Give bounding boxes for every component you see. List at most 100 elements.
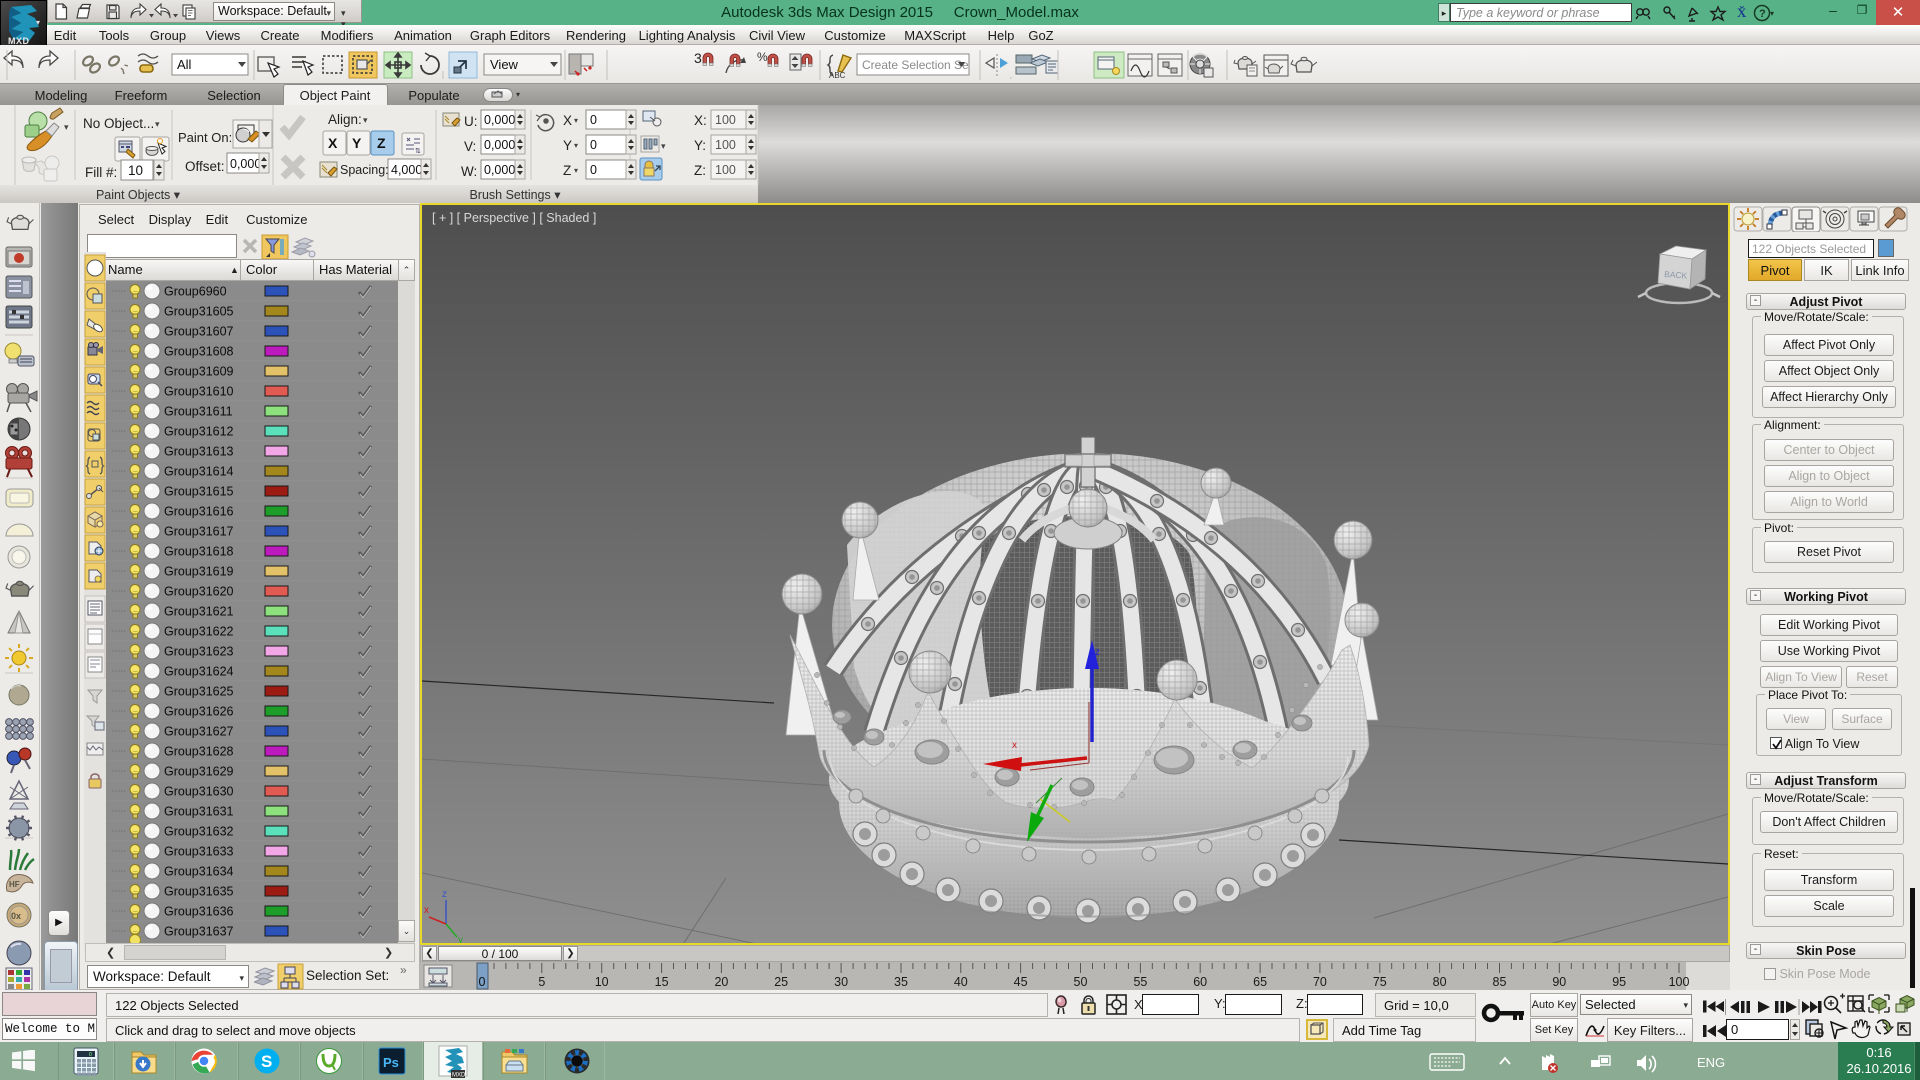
svg-text:Group31615: Group31615: [164, 485, 234, 499]
svg-text:Group31611: Group31611: [164, 405, 233, 419]
svg-text:100: 100: [715, 138, 736, 152]
svg-text:Group31634: Group31634: [164, 865, 234, 879]
svg-text:15: 15: [655, 975, 669, 989]
svg-text:Group31617: Group31617: [164, 525, 234, 539]
svg-text:Group31608: Group31608: [164, 345, 234, 359]
svg-text:⇅: ⇅: [415, 148, 421, 155]
svg-text:X̆: X̆: [1737, 5, 1747, 20]
svg-text:▾: ▾: [155, 119, 160, 129]
svg-text:%: %: [757, 50, 768, 64]
svg-text:0: 0: [479, 975, 486, 989]
svg-text:Group31636: Group31636: [164, 905, 234, 919]
svg-text:Group31623: Group31623: [164, 645, 234, 659]
svg-text:Group31605: Group31605: [164, 305, 234, 319]
svg-text:65: 65: [1253, 975, 1267, 989]
svg-text:Group31621: Group31621: [164, 605, 234, 619]
svg-text:75: 75: [1373, 975, 1387, 989]
svg-text:25: 25: [774, 975, 788, 989]
svg-text:90: 90: [1552, 975, 1566, 989]
svg-text:4,000: 4,000: [391, 163, 422, 177]
svg-text:Align:: Align:: [328, 112, 362, 127]
svg-text:0,000: 0,000: [484, 163, 515, 177]
svg-text:BACK: BACK: [1664, 269, 1688, 281]
svg-text:z: z: [442, 889, 447, 900]
svg-text:X: X: [328, 135, 338, 151]
svg-text:Group31612: Group31612: [164, 425, 234, 439]
svg-text:▾: ▾: [574, 116, 578, 125]
svg-text:Y: Y: [563, 138, 572, 153]
svg-text:0: 0: [590, 113, 597, 127]
svg-text:Group31614: Group31614: [164, 465, 234, 479]
svg-text:Group31618: Group31618: [164, 545, 234, 559]
svg-text:Y: Y: [352, 135, 362, 151]
svg-text:Spacing:: Spacing:: [340, 163, 389, 177]
svg-text:ABC: ABC: [829, 71, 846, 80]
svg-text:ENG: ENG: [1697, 1055, 1725, 1070]
svg-text:5: 5: [538, 975, 545, 989]
svg-text:Group31625: Group31625: [164, 685, 234, 699]
svg-text:U:: U:: [464, 114, 478, 129]
svg-text:10: 10: [595, 975, 609, 989]
svg-text:Paint On:: Paint On:: [178, 130, 232, 145]
svg-text:Z:: Z:: [694, 163, 706, 178]
svg-text:HF: HF: [9, 880, 20, 889]
svg-text:100: 100: [715, 113, 736, 127]
svg-text:100: 100: [1669, 975, 1690, 989]
svg-text:40: 40: [954, 975, 968, 989]
svg-text:Ps: Ps: [383, 1055, 399, 1070]
svg-text:10: 10: [128, 163, 143, 178]
svg-text:45: 45: [1014, 975, 1028, 989]
svg-text:35: 35: [894, 975, 908, 989]
svg-text:Group31610: Group31610: [164, 385, 234, 399]
svg-text:S: S: [261, 1052, 272, 1071]
svg-text:▾: ▾: [363, 115, 368, 125]
svg-text:X:: X:: [694, 113, 707, 128]
svg-text:View: View: [490, 57, 519, 72]
svg-text:Group6960: Group6960: [164, 285, 227, 299]
svg-text:X: X: [563, 113, 572, 128]
svg-text:0,000: 0,000: [484, 113, 515, 127]
svg-text:Group31633: Group31633: [164, 845, 234, 859]
svg-text:3: 3: [694, 50, 702, 66]
svg-text:Group31620: Group31620: [164, 585, 234, 599]
svg-text:▾: ▾: [574, 166, 578, 175]
svg-text:Group31635: Group31635: [164, 885, 234, 899]
svg-text:Offset:: Offset:: [185, 159, 225, 174]
svg-text:0: 0: [590, 138, 597, 152]
svg-text:Fill #:: Fill #:: [85, 165, 117, 180]
svg-text:x: x: [1012, 740, 1017, 751]
svg-text:50: 50: [1074, 975, 1088, 989]
svg-text:55: 55: [1133, 975, 1147, 989]
svg-text:Group31632: Group31632: [164, 825, 234, 839]
svg-text:No Object...: No Object...: [83, 116, 154, 131]
svg-text:Group31628: Group31628: [164, 745, 234, 759]
svg-text:Z: Z: [377, 135, 386, 151]
svg-text:Group31637: Group31637: [164, 925, 234, 939]
svg-text:Group31619: Group31619: [164, 565, 234, 579]
svg-text:60: 60: [1193, 975, 1207, 989]
svg-text:?: ?: [1759, 8, 1766, 20]
svg-text:100: 100: [715, 163, 736, 177]
svg-text:Group31629: Group31629: [164, 765, 234, 779]
svg-text:0: 0: [89, 1052, 92, 1058]
svg-text:Group31622: Group31622: [164, 625, 234, 639]
svg-text:0: 0: [590, 163, 597, 177]
svg-text:Group31626: Group31626: [164, 705, 234, 719]
svg-text:Group31607: Group31607: [164, 325, 234, 339]
svg-text:▾: ▾: [1770, 9, 1774, 18]
svg-text:z: z: [1095, 647, 1100, 658]
svg-text:Group31631: Group31631: [164, 805, 234, 819]
svg-text:80: 80: [1433, 975, 1447, 989]
svg-text:Group31627: Group31627: [164, 725, 234, 739]
svg-text:V:: V:: [464, 139, 476, 154]
svg-text:95: 95: [1612, 975, 1626, 989]
svg-text:MXD: MXD: [452, 1073, 466, 1079]
svg-text:Group31630: Group31630: [164, 785, 234, 799]
svg-text:All: All: [177, 57, 192, 72]
svg-text:20: 20: [714, 975, 728, 989]
svg-text:70: 70: [1313, 975, 1327, 989]
svg-text:▾: ▾: [64, 122, 69, 132]
svg-text:0,000: 0,000: [484, 138, 515, 152]
svg-text:Group31613: Group31613: [164, 445, 234, 459]
svg-text:Z: Z: [563, 163, 571, 178]
